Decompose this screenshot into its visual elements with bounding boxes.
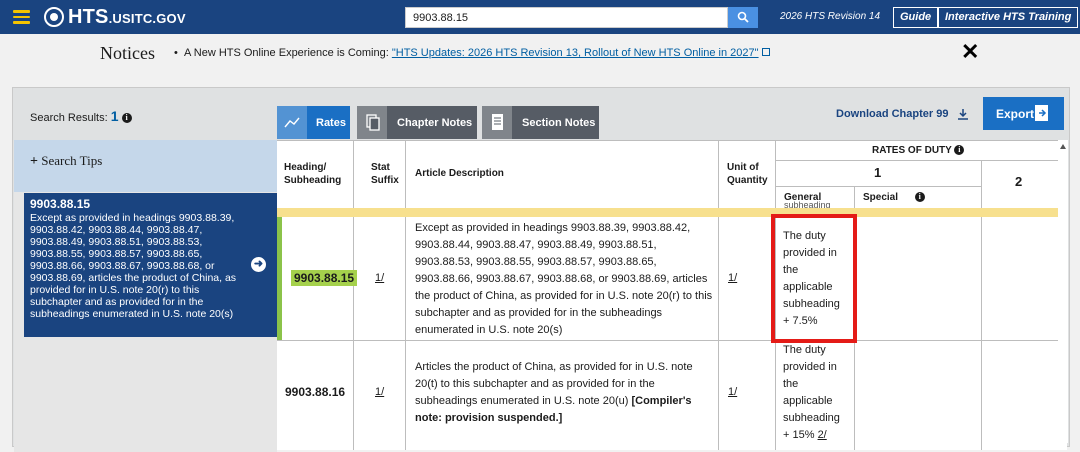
result-description: Except as provided in headings 9903.88.3… (30, 212, 237, 320)
row-description: Articles the product of China, as provid… (415, 361, 693, 424)
top-navbar: HTS.USITC.GOV 2026 HTS Revision 14 Guide… (0, 0, 1080, 34)
download-chapter-link[interactable]: Download Chapter 99 (836, 108, 969, 120)
arrow-right-icon[interactable]: ➜ (251, 257, 266, 272)
highlight-band (277, 208, 1061, 217)
info-icon[interactable]: i (914, 192, 925, 203)
row-heading[interactable]: 9903.88.16 (285, 385, 345, 399)
result-heading: 9903.88.15 (30, 197, 91, 211)
row-suffix-link[interactable]: 1/ (375, 386, 384, 398)
header-unit: Unit of Quantity (727, 162, 768, 186)
documents-icon (357, 106, 387, 139)
download-icon (957, 109, 968, 120)
plus-icon: + (30, 154, 38, 169)
search-input[interactable] (405, 7, 728, 28)
tab-rates[interactable]: Rates (277, 106, 350, 139)
notices-title: Notices (100, 43, 155, 63)
result-card[interactable]: 9903.88.15 Except as provided in heading… (24, 193, 277, 337)
revision-label: 2026 HTS Revision 14 (780, 11, 881, 22)
export-button[interactable]: Export (983, 97, 1064, 130)
export-icon (1035, 105, 1048, 121)
external-link-icon (761, 48, 770, 56)
header-description: Article Description (415, 168, 504, 179)
scroll-up-icon[interactable] (1060, 144, 1066, 149)
header-col-2: 2 (1015, 174, 1023, 189)
header-special: Special i (863, 192, 925, 203)
header-rates-of-duty: RATES OF DUTY i (872, 145, 965, 156)
tab-section-notes[interactable]: Section Notes (482, 106, 599, 139)
results-count: 1 (110, 108, 119, 124)
header-col-1: 1 (874, 165, 882, 180)
tab-chapter-notes[interactable]: Chapter Notes (357, 106, 477, 139)
row-unit-link[interactable]: 1/ (728, 272, 737, 284)
search-icon (737, 11, 749, 23)
search-button[interactable] (728, 7, 758, 28)
footnote-link[interactable]: 2/ (818, 429, 827, 441)
notice-item: • A New HTS Online Experience is Coming:… (174, 47, 770, 59)
row-heading-highlighted[interactable]: 9903.88.15 (291, 270, 358, 286)
row-description: Except as provided in headings 9903.88.3… (415, 222, 713, 336)
menu-icon[interactable] (13, 10, 30, 24)
row-suffix-link[interactable]: 1/ (375, 272, 384, 284)
info-icon[interactable]: i (121, 113, 132, 124)
site-brand[interactable]: HTS.USITC.GOV (68, 6, 186, 29)
document-icon (482, 106, 512, 139)
search-tips-toggle[interactable]: + Search Tips (14, 140, 277, 192)
main-panel: Search Results: 1 i Rates Chapter Notes … (12, 87, 1070, 452)
row-general-rate: The duty provided in the applicable subh… (783, 344, 840, 441)
notice-link[interactable]: "HTS Updates: 2026 HTS Revision 13, Roll… (392, 47, 759, 59)
notice-prefix: A New HTS Online Experience is Coming: (183, 47, 389, 59)
row-unit-link[interactable]: 1/ (728, 386, 737, 398)
usitc-seal-logo (44, 7, 64, 27)
training-button[interactable]: Interactive HTS Training (938, 7, 1079, 28)
header-heading: Heading/ Subheading (284, 162, 342, 186)
table-scrollbar[interactable] (1058, 140, 1068, 443)
search-results-summary: Search Results: 1 i (30, 108, 132, 124)
selected-row-marker (277, 217, 282, 340)
close-icon[interactable]: ✕ (961, 39, 979, 65)
header-suffix: Stat Suffix (371, 162, 399, 186)
notices-bar: Notices • A New HTS Online Experience is… (0, 34, 1080, 71)
trend-icon (277, 106, 307, 139)
cut-off-text: subheading (784, 201, 831, 208)
rates-table: Heading/ Subheading Stat Suffix Article … (277, 140, 1067, 450)
info-icon[interactable]: i (954, 145, 965, 156)
annotation-highlight-box (771, 214, 857, 343)
guide-button[interactable]: Guide (893, 7, 939, 28)
